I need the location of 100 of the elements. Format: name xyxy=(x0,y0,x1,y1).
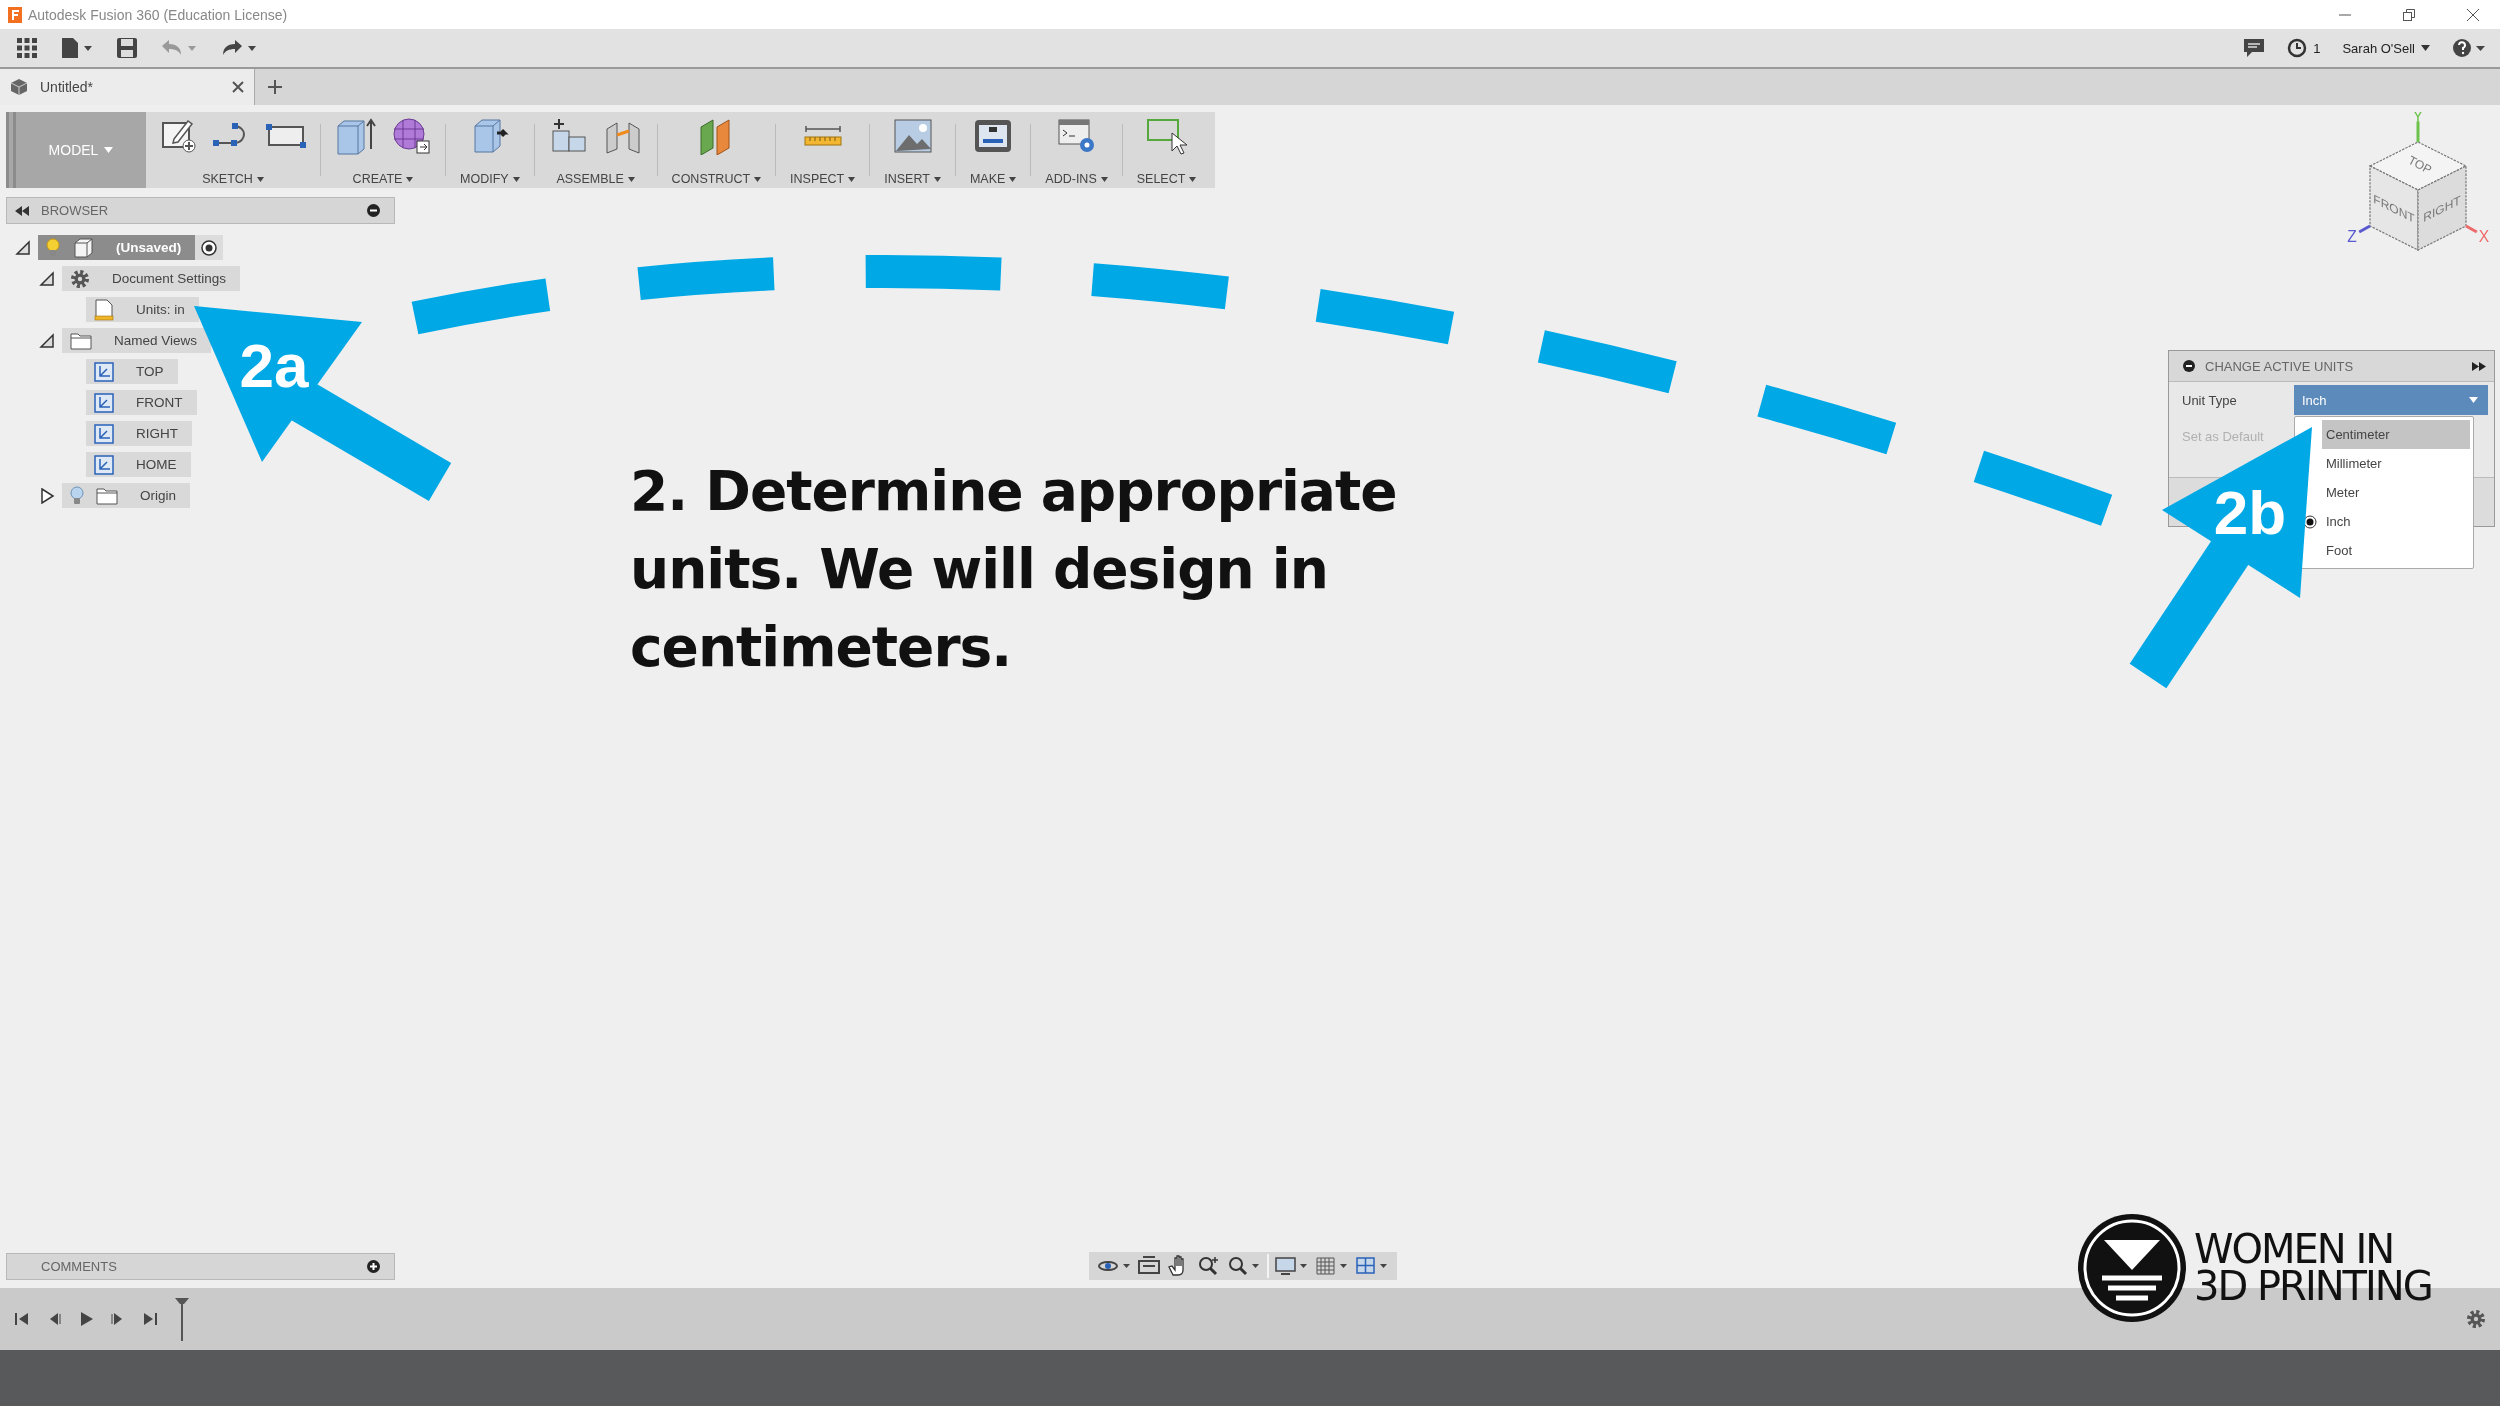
browser-node[interactable]: Document Settings xyxy=(62,266,241,291)
zoom-icon[interactable] xyxy=(1197,1255,1221,1277)
save-icon[interactable] xyxy=(116,37,138,59)
browser-node[interactable]: RIGHT xyxy=(86,421,192,446)
file-menu-icon[interactable] xyxy=(60,37,94,59)
select-cursor-icon[interactable] xyxy=(1145,117,1188,155)
app-logo-icon xyxy=(8,6,22,23)
timeline-marker-icon[interactable] xyxy=(174,1297,190,1341)
logo-text: WOMEN IN xyxy=(2194,1231,2394,1268)
skip-start-icon[interactable] xyxy=(14,1311,30,1327)
ribbon-menu-button[interactable]: INSPECT xyxy=(790,172,856,186)
named-view-icon xyxy=(94,423,114,444)
axis-line xyxy=(2416,121,2420,142)
caret-icon xyxy=(754,176,762,182)
ribbon-menu-button[interactable]: CONSTRUCT xyxy=(671,172,762,186)
browser-node[interactable]: Origin xyxy=(62,483,190,508)
document-tab[interactable]: Untitled* xyxy=(0,69,255,105)
display-settings-icon[interactable] xyxy=(1275,1255,1309,1277)
ribbon-menu-button[interactable]: MODIFY xyxy=(460,172,520,186)
apps-grid-icon[interactable] xyxy=(16,37,38,59)
look-at-icon[interactable] xyxy=(1137,1255,1161,1277)
document-ruler-icon xyxy=(94,298,114,321)
collapse-icon[interactable] xyxy=(15,205,29,216)
dropdown-option[interactable]: Meter xyxy=(2322,478,2470,507)
caret-icon xyxy=(933,176,941,182)
caret-icon xyxy=(512,176,520,182)
browser-node[interactable]: Units: in xyxy=(86,297,199,322)
ribbon-menu-button[interactable]: CREATE xyxy=(352,172,414,186)
sketch-icon[interactable] xyxy=(160,117,198,153)
settings-icon[interactable] xyxy=(2466,1309,2486,1329)
dropdown-option[interactable]: Millimeter xyxy=(2322,449,2470,478)
axis-label: X xyxy=(2478,227,2490,245)
browser-node[interactable]: Named Views xyxy=(62,328,212,353)
caret-icon xyxy=(1100,176,1108,182)
callout-label: 2b xyxy=(2213,478,2287,547)
panel-title: BROWSER xyxy=(41,203,109,218)
comment-icon[interactable] xyxy=(2243,38,2266,58)
job-status-button[interactable]: 1 xyxy=(2287,38,2321,58)
ribbon-menu-button[interactable]: ASSEMBLE xyxy=(556,172,635,186)
ribbon-menu-button[interactable]: MAKE xyxy=(969,172,1017,186)
skip-end-icon[interactable] xyxy=(142,1311,158,1327)
named-view-icon xyxy=(94,392,114,413)
browser-node[interactable]: FRONT xyxy=(86,390,197,415)
user-menu-button[interactable]: Sarah O'Sell xyxy=(2342,40,2430,56)
close-icon[interactable] xyxy=(232,81,244,93)
minus-circle-icon[interactable] xyxy=(2183,360,2195,372)
named-view-icon xyxy=(94,361,114,382)
ribbon-menu-button[interactable]: SKETCH xyxy=(202,172,264,186)
unit-type-dropdown[interactable]: Inch xyxy=(2294,385,2488,415)
named-view-icon xyxy=(94,454,114,475)
script-gear-icon[interactable] xyxy=(1056,117,1097,155)
caret-icon xyxy=(104,147,114,153)
expand-toggle-icon[interactable] xyxy=(38,332,56,349)
clock-icon xyxy=(2287,38,2308,58)
caret-icon xyxy=(406,176,414,182)
fit-zoom-icon[interactable] xyxy=(1227,1255,1261,1277)
ribbon-menu-button[interactable]: INSERT xyxy=(884,172,941,186)
dropdown-option[interactable]: Centimeter xyxy=(2322,420,2470,449)
expand-toggle-icon[interactable] xyxy=(38,487,56,504)
box-extrude-icon[interactable] xyxy=(335,117,377,155)
caret-icon xyxy=(627,176,635,182)
folder-icon xyxy=(96,486,118,505)
mesh-sphere-icon[interactable] xyxy=(391,117,431,155)
component-icon xyxy=(10,78,28,96)
checkbox-label: Set as Default xyxy=(2182,428,2265,444)
help-button[interactable] xyxy=(2452,38,2486,58)
expand-toggle-icon[interactable] xyxy=(14,239,32,256)
caret-icon xyxy=(2421,45,2430,51)
gear-icon xyxy=(70,268,90,289)
dialog-title: CHANGE ACTIVE UNITS xyxy=(2205,358,2354,374)
ribbon-menu-button[interactable]: ADD-INS xyxy=(1045,172,1108,186)
caret-icon xyxy=(1189,176,1197,182)
expand-icon[interactable] xyxy=(2472,361,2486,371)
cube-icon xyxy=(72,236,94,259)
grid-icon[interactable] xyxy=(1315,1255,1349,1277)
expand-toggle-icon[interactable] xyxy=(38,270,56,287)
minus-circle-icon[interactable] xyxy=(367,204,380,217)
play-icon[interactable] xyxy=(78,1311,94,1327)
close-icon[interactable] xyxy=(2466,7,2480,22)
ribbon-menu-button[interactable]: SELECT xyxy=(1136,172,1197,186)
restore-icon[interactable] xyxy=(2402,7,2416,22)
image-icon[interactable] xyxy=(892,117,933,155)
browser-node[interactable]: HOME xyxy=(86,452,191,477)
dropdown-option[interactable]: Inch xyxy=(2322,507,2470,536)
logo-emblem-icon xyxy=(2076,1212,2188,1324)
axis-line xyxy=(2465,224,2478,234)
logo-text: 3D PRINTING xyxy=(2194,1268,2432,1305)
3d-printer-icon[interactable] xyxy=(973,117,1014,155)
dropdown-option[interactable]: Foot xyxy=(2322,536,2470,565)
caret-icon xyxy=(2469,397,2478,403)
caret-icon xyxy=(1009,176,1017,182)
activate-radio-icon[interactable] xyxy=(201,239,218,256)
panel-title: COMMENTS xyxy=(41,1258,117,1274)
callout-label: 2a xyxy=(239,331,309,400)
browser-node[interactable]: TOP xyxy=(86,359,178,384)
caret-icon xyxy=(256,176,264,182)
window-title: Autodesk Fusion 360 (Education License) xyxy=(28,6,288,23)
new-tab-icon[interactable] xyxy=(267,79,283,95)
viewports-icon[interactable] xyxy=(1355,1255,1389,1277)
add-comment-icon[interactable] xyxy=(367,1259,380,1273)
